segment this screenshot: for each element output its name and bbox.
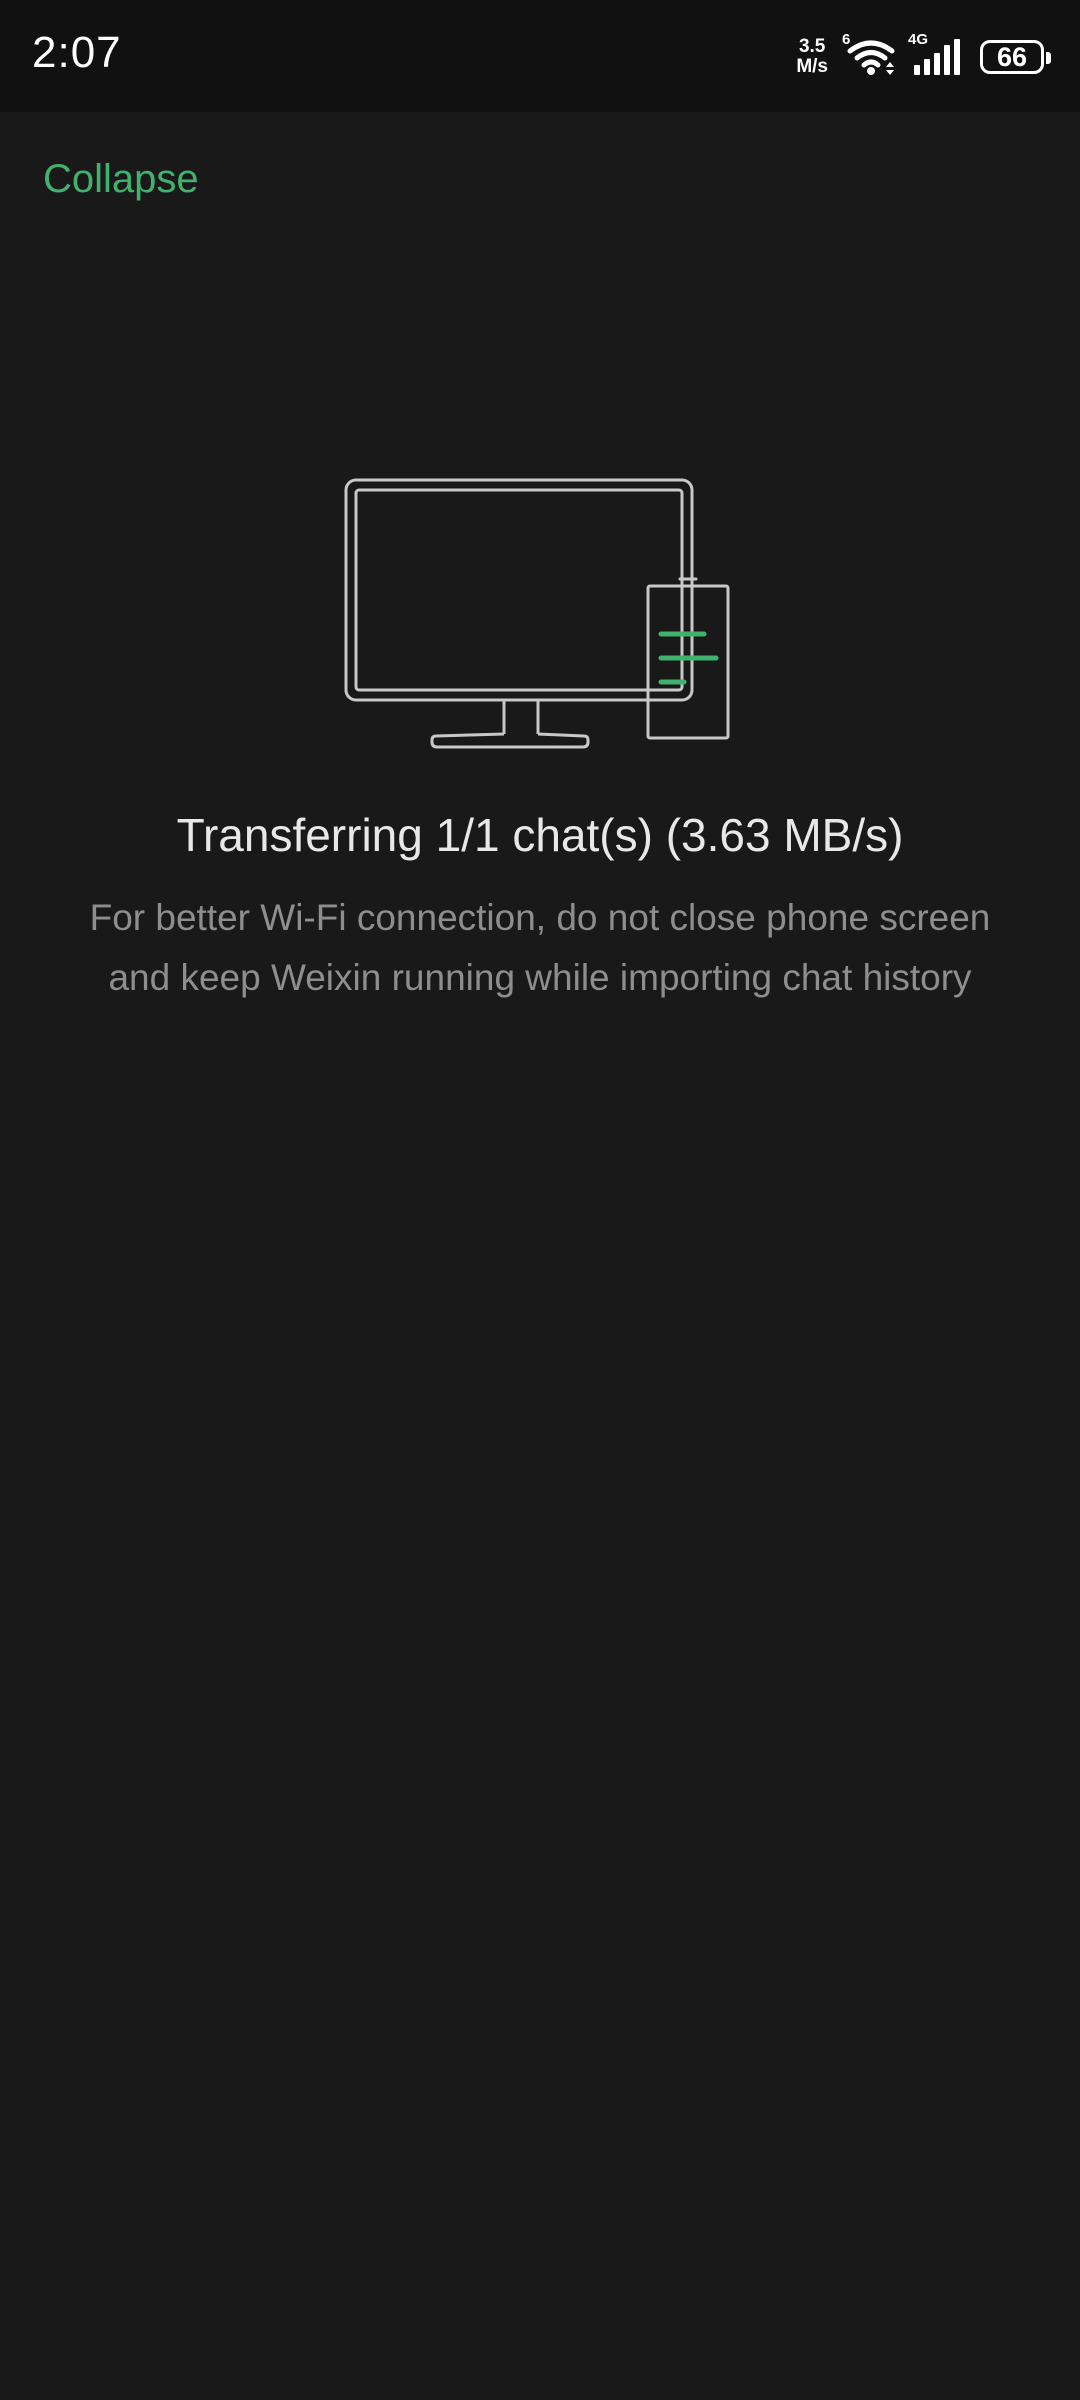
- collapse-button[interactable]: Collapse: [43, 157, 199, 202]
- network-speed-unit: M/s: [796, 56, 828, 77]
- status-icons: 3.5 M/s 6 4G 66: [796, 30, 1051, 84]
- network-speed-value: 3.5: [798, 36, 826, 57]
- status-time: 2:07: [32, 28, 122, 77]
- wifi-icon: 6: [842, 31, 898, 77]
- cell-generation: 4G: [908, 31, 929, 48]
- computer-and-phone-transfer-icon: [340, 472, 740, 758]
- battery-tip: [1046, 52, 1051, 64]
- transfer-status-title: Transferring 1/1 chat(s) (3.63 MB/s): [176, 809, 904, 861]
- network-speed: 3.5 M/s: [796, 37, 828, 77]
- wifi-generation: 6: [842, 31, 851, 48]
- battery-icon: 66: [980, 40, 1051, 74]
- transfer-hint-text: For better Wi-Fi connection, do not clos…: [89, 897, 991, 998]
- battery-level: 66: [996, 41, 1028, 72]
- status-bar: 2:07 3.5 M/s 6 4G 66: [0, 0, 1080, 112]
- cell-signal-icon: 4G: [908, 31, 964, 77]
